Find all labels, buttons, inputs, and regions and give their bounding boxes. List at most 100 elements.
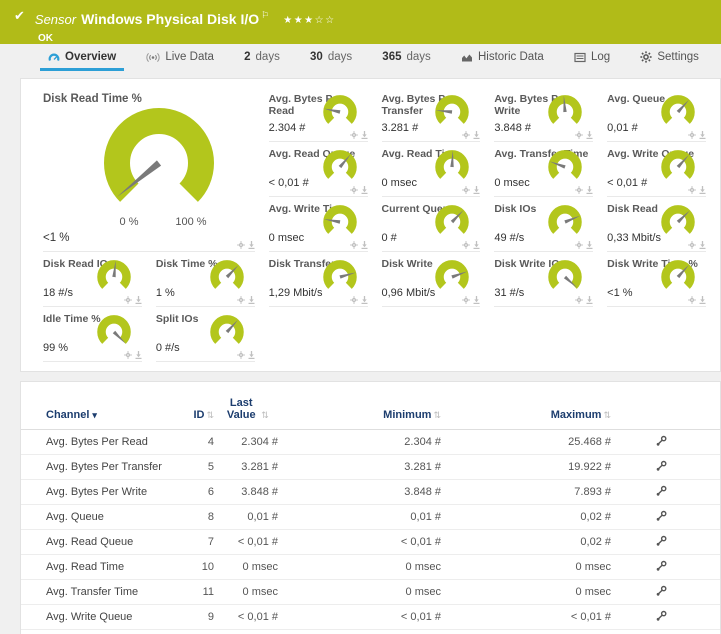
gauge-cell[interactable]: Disk Read IOs 18 #/s — [43, 252, 142, 307]
gauge-settings-icon[interactable] — [124, 296, 132, 304]
gauge-settings-icon[interactable] — [575, 131, 583, 139]
gauge-pin-icon[interactable] — [361, 296, 368, 304]
gauge-pin-icon[interactable] — [473, 296, 480, 304]
gauge-settings-icon[interactable] — [688, 186, 696, 194]
column-header-maximum[interactable]: Maximum⇅ — [441, 409, 611, 421]
column-header-last-value[interactable]: Last Value⇅ — [214, 397, 278, 421]
tab-overview[interactable]: Overview — [40, 48, 124, 71]
gauge-cell[interactable]: Disk Transfer 1,29 Mbit/s — [269, 252, 368, 307]
column-header-id[interactable]: ID⇅ — [176, 409, 214, 421]
priority-stars[interactable]: ★★★☆☆ — [283, 15, 335, 26]
gauge-settings-icon[interactable] — [575, 241, 583, 249]
gauge-pin-icon[interactable] — [699, 131, 706, 139]
tab-log[interactable]: Log — [566, 48, 618, 68]
gauge-pin-icon[interactable] — [135, 296, 142, 304]
gauge-cell-actions[interactable] — [575, 296, 593, 304]
gauge-cell-actions[interactable] — [462, 131, 480, 139]
gauge-cell[interactable]: Avg. Bytes Per Read 2.304 # — [269, 87, 368, 142]
wrench-icon[interactable] — [655, 435, 667, 447]
gauge-cell-actions[interactable] — [688, 241, 706, 249]
gauge-cell[interactable]: Disk Write Time % <1 % — [607, 252, 706, 307]
gauge-cell-actions[interactable] — [688, 186, 706, 194]
gauge-cell-actions[interactable] — [575, 241, 593, 249]
gauge-settings-icon[interactable] — [688, 296, 696, 304]
channel-name[interactable]: Avg. Bytes Per Read — [46, 436, 176, 448]
gauge-settings-icon[interactable] — [350, 186, 358, 194]
wrench-icon[interactable] — [655, 510, 667, 522]
gauge-cell[interactable]: Disk IOs 49 #/s — [494, 197, 593, 252]
gauge-pin-icon[interactable] — [473, 241, 480, 249]
gauge-pin-icon[interactable] — [135, 351, 142, 359]
gauge-cell[interactable]: Disk Write IOs 31 #/s — [494, 252, 593, 307]
table-row[interactable]: Avg. Write Queue 9 < 0,01 # < 0,01 # < 0… — [21, 605, 720, 630]
gauge-cell[interactable]: Avg. Read Time 0 msec — [382, 142, 481, 197]
gauge-cell-actions[interactable] — [124, 296, 142, 304]
flag-icon[interactable]: ⚐ — [261, 10, 269, 20]
gauge-cell[interactable]: Avg. Write Time 0 msec — [269, 197, 368, 252]
tab-2-days[interactable]: 2 days — [236, 48, 288, 68]
gauge-cell-actions[interactable] — [688, 296, 706, 304]
gauge-cell-actions[interactable] — [462, 186, 480, 194]
gauge-pin-icon[interactable] — [361, 241, 368, 249]
gauge-cell-actions[interactable] — [462, 241, 480, 249]
gauge-cell[interactable]: Avg. Write Queue < 0,01 # — [607, 142, 706, 197]
channel-name[interactable]: Avg. Queue — [46, 511, 176, 523]
gauge-pin-icon[interactable] — [473, 186, 480, 194]
gauge-pin-icon[interactable] — [248, 351, 255, 359]
gauge-cell[interactable]: Disk Write 0,96 Mbit/s — [382, 252, 481, 307]
gauge-pin-icon[interactable] — [248, 296, 255, 304]
gauge-cell-disk-read-time[interactable]: Disk Read Time % 0 %100 % <1 % — [43, 87, 255, 252]
gauge-pin-icon[interactable] — [473, 131, 480, 139]
gauge-cell[interactable]: Avg. Read Queue < 0,01 # — [269, 142, 368, 197]
gauge-cell[interactable]: Avg. Transfer Time 0 msec — [494, 142, 593, 197]
gauge-settings-icon[interactable] — [462, 186, 470, 194]
gauge-cell[interactable]: Avg. Queue 0,01 # — [607, 87, 706, 142]
tab-settings[interactable]: Settings — [632, 48, 707, 68]
table-row[interactable]: Avg. Queue 8 0,01 # 0,01 # 0,02 # — [21, 505, 720, 530]
gauge-cell-actions[interactable] — [688, 131, 706, 139]
table-row[interactable]: Avg. Read Time 10 0 msec 0 msec 0 msec — [21, 555, 720, 580]
gauge-cell-actions[interactable] — [350, 186, 368, 194]
channel-actions[interactable] — [611, 435, 710, 450]
gauge-pin-icon[interactable] — [248, 241, 255, 249]
channel-actions[interactable] — [611, 585, 710, 600]
table-row[interactable]: Avg. Bytes Per Transfer 5 3.281 # 3.281 … — [21, 455, 720, 480]
gauge-settings-icon[interactable] — [462, 131, 470, 139]
gauge-cell[interactable]: Avg. Bytes Per Transfer 3.281 # — [382, 87, 481, 142]
gauge-cell-actions[interactable] — [124, 351, 142, 359]
tab-365-days[interactable]: 365 days — [374, 48, 438, 68]
gauge-cell-actions[interactable] — [575, 186, 593, 194]
gauge-settings-icon[interactable] — [350, 131, 358, 139]
gauge-settings-icon[interactable] — [462, 241, 470, 249]
tab-live-data[interactable]: Live Data — [138, 48, 222, 68]
channel-actions[interactable] — [611, 535, 710, 550]
channel-actions[interactable] — [611, 610, 710, 625]
channel-name[interactable]: Avg. Write Queue — [46, 611, 176, 623]
gauge-pin-icon[interactable] — [586, 241, 593, 249]
gauge-settings-icon[interactable] — [575, 296, 583, 304]
gauge-cell[interactable]: Split IOs 0 #/s — [156, 307, 255, 362]
gauge-cell-actions[interactable] — [350, 131, 368, 139]
gauge-pin-icon[interactable] — [586, 296, 593, 304]
gauge-cell[interactable]: Current Queue 0 # — [382, 197, 481, 252]
gauge-cell-actions[interactable] — [462, 296, 480, 304]
tab-historic-data[interactable]: Historic Data — [453, 48, 552, 68]
wrench-icon[interactable] — [655, 560, 667, 572]
gauge-cell-actions[interactable] — [237, 351, 255, 359]
wrench-icon[interactable] — [655, 460, 667, 472]
gauge-cell-actions[interactable] — [575, 131, 593, 139]
gauge-cell-actions[interactable] — [350, 241, 368, 249]
gauge-settings-icon[interactable] — [688, 131, 696, 139]
gauge-pin-icon[interactable] — [699, 186, 706, 194]
column-header-minimum[interactable]: Minimum⇅ — [278, 409, 441, 421]
gauge-settings-icon[interactable] — [350, 296, 358, 304]
column-header-channel[interactable]: Channel▾ — [46, 409, 176, 421]
gauge-pin-icon[interactable] — [361, 186, 368, 194]
gauge-settings-icon[interactable] — [350, 241, 358, 249]
gauge-cell[interactable]: Avg. Bytes Per Write 3.848 # — [494, 87, 593, 142]
table-row[interactable]: Avg. Transfer Time 11 0 msec 0 msec 0 ms… — [21, 580, 720, 605]
channel-name[interactable]: Avg. Bytes Per Transfer — [46, 461, 176, 473]
gauge-pin-icon[interactable] — [699, 241, 706, 249]
gauge-pin-icon[interactable] — [586, 186, 593, 194]
gauge-settings-icon[interactable] — [237, 351, 245, 359]
